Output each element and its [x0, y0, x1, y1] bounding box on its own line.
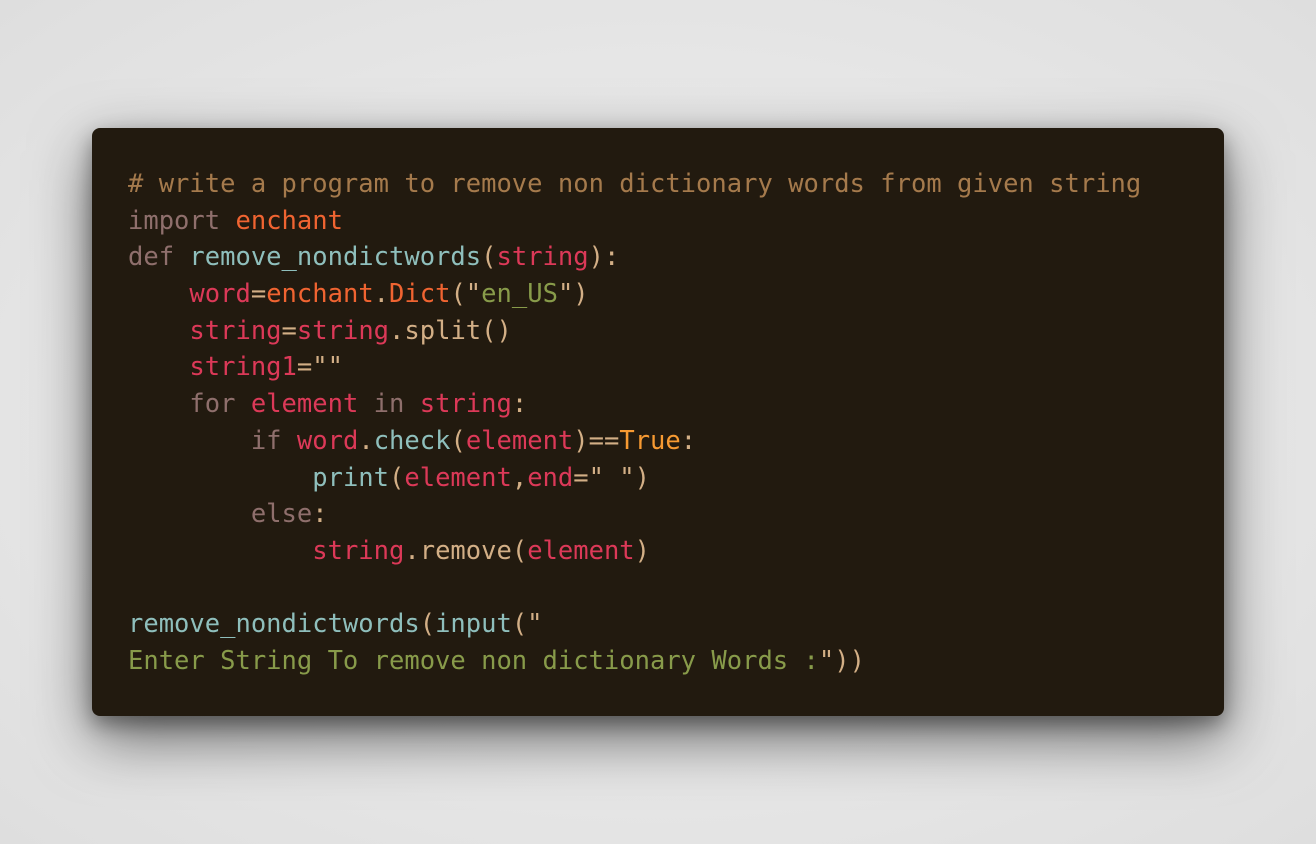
- code-token-module: enchant: [235, 205, 343, 236]
- code-line: Enter String To remove non dictionary Wo…: [128, 643, 1188, 680]
- code-token-default: (: [389, 462, 405, 493]
- code-token-default: =" "): [573, 462, 651, 493]
- code-token-default: (: [481, 242, 497, 273]
- code-token-module: enchant: [266, 279, 374, 310]
- code-token-default: :: [511, 389, 528, 420]
- code-line: # write a program to remove non dictiona…: [128, 166, 1188, 203]
- code-token-default: .remove(: [404, 535, 528, 566]
- code-token-function: remove_nondictwords: [189, 242, 482, 273]
- code-token-default: =: [281, 315, 297, 346]
- code-token-default: [128, 426, 251, 456]
- code-token-default: [128, 389, 189, 419]
- code-token-function: remove_nondictwords: [128, 609, 420, 640]
- code-token-default: ,: [511, 462, 528, 493]
- code-token-default: [235, 389, 250, 419]
- code-token-default: (: [450, 425, 466, 456]
- code-token-default: .split(): [389, 315, 512, 346]
- code-line: string.remove(element): [128, 533, 1188, 570]
- code-token-default: (": [450, 279, 482, 310]
- code-token-default: [220, 206, 235, 236]
- code-token-variable: word: [189, 279, 251, 310]
- code-line: print(element,end=" "): [128, 460, 1188, 497]
- code-token-variable: element: [527, 535, 635, 566]
- code-token-variable: element: [404, 462, 512, 493]
- code-line: for element in string:: [128, 386, 1188, 423]
- code-token-keyword: in: [373, 389, 405, 420]
- code-token-default: [128, 279, 189, 309]
- code-token-default: ")): [818, 645, 865, 676]
- code-token-default: ): [634, 535, 651, 566]
- code-token-default: (": [511, 609, 543, 640]
- code-token-default: [128, 499, 251, 529]
- code-window: # write a program to remove non dictiona…: [92, 128, 1224, 716]
- code-line: import enchant: [128, 203, 1188, 240]
- code-token-keyword: else: [250, 499, 313, 530]
- code-line: if word.check(element)==True:: [128, 423, 1188, 460]
- code-token-variable: string1: [189, 352, 297, 383]
- code-token-keyword: def: [128, 242, 175, 273]
- code-token-default: "): [557, 279, 589, 310]
- code-token-function: print: [312, 462, 389, 493]
- code-token-default: [128, 536, 312, 566]
- code-token-variable: word: [296, 425, 359, 456]
- code-line: else:: [128, 496, 1188, 533]
- code-line: word=enchant.Dict("en_US"): [128, 276, 1188, 313]
- code-token-variable: end: [527, 462, 574, 493]
- code-token-default: (: [419, 609, 436, 640]
- code-token-variable: element: [250, 389, 359, 420]
- code-token-variable: string: [496, 242, 589, 273]
- code-token-comment: # write a program to remove non dictiona…: [128, 169, 1142, 199]
- code-token-variable: string: [419, 389, 512, 420]
- code-token-string: Enter String To remove non dictionary Wo…: [128, 645, 819, 676]
- code-token-module: Dict: [389, 279, 451, 310]
- code-line: string1="": [128, 349, 1188, 386]
- code-token-default: ="": [296, 352, 343, 383]
- code-token-default: [128, 463, 312, 493]
- code-line: string=string.split(): [128, 313, 1188, 350]
- code-token-variable: string: [296, 315, 390, 346]
- code-line: def remove_nondictwords(string):: [128, 239, 1188, 276]
- code-token-default: .: [373, 279, 390, 310]
- code-token-keyword: if: [250, 425, 282, 456]
- code-token-default: [128, 352, 189, 382]
- code-token-default: [174, 242, 189, 272]
- code-token-default: :: [680, 425, 697, 456]
- code-token-default: [358, 389, 373, 419]
- code-line: remove_nondictwords(input(": [128, 606, 1188, 643]
- code-token-default: [404, 389, 419, 419]
- code-token-default: )==: [573, 425, 620, 456]
- code-token-string: en_US: [481, 279, 558, 310]
- code-token-default: .: [358, 425, 374, 456]
- code-token-default: [282, 426, 297, 456]
- code-token-function: input: [435, 609, 512, 640]
- code-token-constant: True: [619, 425, 681, 456]
- code-token-function: check: [373, 425, 451, 456]
- code-token-default: :: [312, 499, 328, 530]
- code-token-default: ):: [588, 242, 620, 273]
- code-token-default: [128, 316, 189, 346]
- code-token-keyword: import: [128, 205, 221, 236]
- code-block: # write a program to remove non dictiona…: [128, 166, 1188, 680]
- code-token-keyword: for: [189, 389, 236, 420]
- code-token-variable: string: [312, 535, 405, 566]
- code-token-default: =: [250, 279, 267, 310]
- code-token-variable: string: [189, 315, 282, 346]
- code-token-variable: element: [465, 425, 574, 456]
